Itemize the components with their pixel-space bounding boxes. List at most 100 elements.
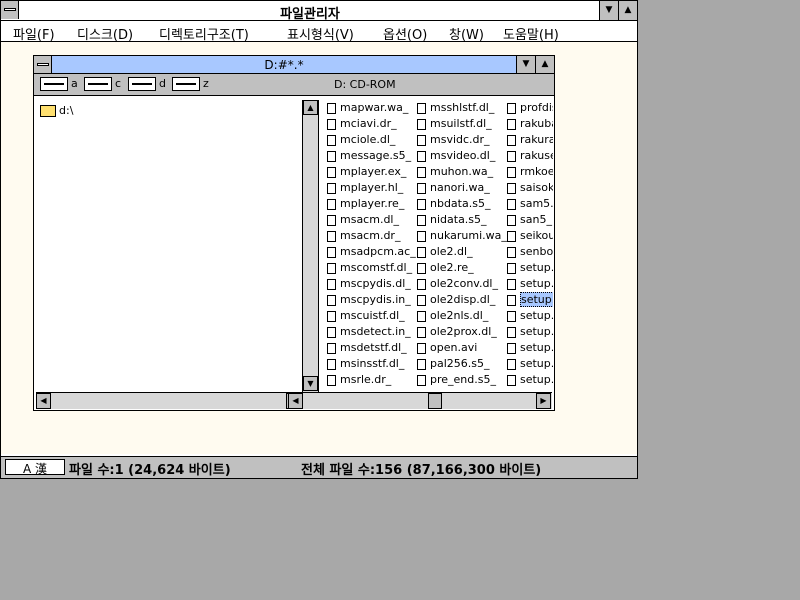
file-icon (327, 118, 336, 130)
file-item[interactable]: ole2prox.dl_ (417, 324, 507, 340)
file-item[interactable]: nidata.s5_ (417, 212, 507, 228)
drive-a[interactable]: a (40, 77, 78, 93)
file-scroll-left-icon[interactable]: ◀ (288, 393, 303, 409)
file-item[interactable]: ole2disp.dl_ (417, 292, 507, 308)
file-name: muhon.wa_ (430, 165, 494, 178)
file-item[interactable]: setup.inf (507, 324, 553, 340)
menubar: 파일(F) 디스크(D) 디렉토리구조(T) 표시형식(V) 옵션(O) 창(W… (1, 21, 637, 43)
file-item[interactable]: muhon.wa_ (417, 164, 507, 180)
file-item[interactable]: nbdata.s5_ (417, 196, 507, 212)
file-item[interactable]: setup.bin (507, 260, 553, 276)
file-item[interactable]: ole2nls.dl_ (417, 308, 507, 324)
file-item[interactable]: rakurai.wa_ (507, 132, 553, 148)
file-item[interactable]: open.avi (417, 340, 507, 356)
scroll-down-icon[interactable]: ▼ (303, 376, 318, 391)
file-scroll-right-icon[interactable]: ▶ (536, 393, 551, 409)
file-item[interactable]: msacm.dl_ (327, 212, 417, 228)
menu-file[interactable]: 파일(F) (13, 24, 55, 43)
file-item[interactable]: setup.lst (507, 356, 553, 372)
file-item[interactable]: pal256.s5_ (417, 356, 507, 372)
file-name: nbdata.s5_ (430, 197, 491, 210)
file-item[interactable]: ole2conv.dl_ (417, 276, 507, 292)
file-item[interactable]: ole2.dl_ (417, 244, 507, 260)
drive-z[interactable]: z (172, 77, 209, 93)
tree-horizontal-scrollbar[interactable]: ◀ ▶ (36, 392, 302, 409)
menu-help[interactable]: 도움말(H) (503, 24, 559, 43)
system-menu-icon[interactable] (1, 1, 19, 19)
file-item[interactable]: msacm.dr_ (327, 228, 417, 244)
file-item[interactable]: rakuseki.wa_ (507, 148, 553, 164)
file-icon (327, 230, 336, 242)
child-system-menu-icon[interactable] (34, 56, 52, 73)
file-item[interactable]: mscpydis.in_ (327, 292, 417, 308)
file-item[interactable]: pre_end.s5_ (417, 372, 507, 388)
menu-tree[interactable]: 디렉토리구조(T) (159, 24, 249, 43)
menu-disk[interactable]: 디스크(D) (77, 24, 133, 43)
file-item[interactable]: mciavi.dr_ (327, 116, 417, 132)
minimize-icon[interactable]: ▼ (599, 1, 618, 20)
maximize-icon[interactable]: ▲ (618, 1, 637, 20)
menu-view[interactable]: 표시형식(V) (287, 24, 354, 43)
file-item[interactable]: mplayer.re_ (327, 196, 417, 212)
file-name: mplayer.hl_ (340, 181, 404, 194)
file-item[interactable]: msrle.dr_ (327, 372, 417, 388)
menu-window[interactable]: 창(W) (449, 24, 484, 43)
ime-indicator[interactable]: A 漢 (5, 459, 65, 476)
scroll-up-icon[interactable]: ▲ (303, 100, 318, 115)
file-item[interactable]: profdisp.ex_ (507, 100, 553, 116)
tree-scroll-left-icon[interactable]: ◀ (36, 393, 51, 409)
menu-options[interactable]: 옵션(O) (383, 24, 427, 43)
file-column-2: msshlstf.dl_ msuilstf.dl_ msvidc.dr_ msvide… (417, 100, 507, 388)
file-item[interactable]: san5_pk.ico (507, 212, 553, 228)
file-name: mscpydis.dl_ (340, 277, 411, 290)
file-item[interactable]: nanori.wa_ (417, 180, 507, 196)
app-titlebar[interactable]: 파일관리자 ▼ ▲ (1, 1, 637, 22)
file-item[interactable]: msvidc.dr_ (417, 132, 507, 148)
file-item[interactable]: setup.ini (507, 340, 553, 356)
file-list[interactable]: mapwar.wa_ mciavi.dr_ mciole.dl_ message.s5… (323, 100, 553, 392)
file-icon (327, 326, 336, 338)
drive-c[interactable]: c (84, 77, 121, 93)
file-item[interactable]: mapwar.wa_ (327, 100, 417, 116)
child-minimize-icon[interactable]: ▼ (516, 56, 535, 73)
file-item[interactable]: mplayer.hl_ (327, 180, 417, 196)
network-drive-icon (172, 77, 200, 91)
file-item[interactable]: saisoku.wa_ (507, 180, 553, 196)
file-item[interactable]: ole2.re_ (417, 260, 507, 276)
file-item[interactable]: msshlstf.dl_ (417, 100, 507, 116)
file-item[interactable]: seikou.wa_ (507, 228, 553, 244)
drive-d[interactable]: d (128, 77, 166, 93)
file-item[interactable]: msvideo.dl_ (417, 148, 507, 164)
file-item[interactable]: sam5.ex_ (507, 196, 553, 212)
file-icon (417, 150, 426, 162)
file-item[interactable]: setup.dat (507, 276, 553, 292)
file-item[interactable]: message.s5_ (327, 148, 417, 164)
file-item[interactable]: mplayer.ex_ (327, 164, 417, 180)
file-name: senboku.wa_ (520, 245, 553, 258)
file-item[interactable]: senboku.wa_ (507, 244, 553, 260)
file-name: mplayer.re_ (340, 197, 405, 210)
child-maximize-icon[interactable]: ▲ (535, 56, 554, 73)
tree-vertical-scrollbar[interactable]: ▲ ▼ (302, 100, 319, 393)
file-item[interactable]: msinsstf.dl_ (327, 356, 417, 372)
file-item[interactable]: msdetect.in_ (327, 324, 417, 340)
file-item[interactable]: setup.mst (507, 372, 553, 388)
file-item[interactable]: setup.ins (507, 308, 553, 324)
file-item[interactable]: mciole.dl_ (327, 132, 417, 148)
file-item[interactable]: setup.exe (507, 292, 553, 308)
file-item[interactable]: rakuba.wa_ (507, 116, 553, 132)
file-item[interactable]: msadpcm.ac_ (327, 244, 417, 260)
file-scroll-thumb[interactable] (428, 393, 442, 409)
tree-item-root[interactable]: d:\ (40, 104, 73, 117)
file-item[interactable]: rmkoei.bin (507, 164, 553, 180)
file-item[interactable]: msdetstf.dl_ (327, 340, 417, 356)
file-item[interactable]: mscuistf.dl_ (327, 308, 417, 324)
file-manager-window: 파일관리자 ▼ ▲ 파일(F) 디스크(D) 디렉토리구조(T) 표시형식(V)… (0, 0, 638, 479)
file-item[interactable]: mscpydis.dl_ (327, 276, 417, 292)
file-item[interactable]: nukarumi.wa_ (417, 228, 507, 244)
directory-tree[interactable]: d:\ (36, 100, 286, 392)
file-item[interactable]: msuilstf.dl_ (417, 116, 507, 132)
directory-window-titlebar[interactable]: D:#*.* ▼ ▲ (34, 56, 554, 74)
file-item[interactable]: mscomstf.dl_ (327, 260, 417, 276)
file-horizontal-scrollbar[interactable]: ◀ ▶ (288, 392, 552, 409)
